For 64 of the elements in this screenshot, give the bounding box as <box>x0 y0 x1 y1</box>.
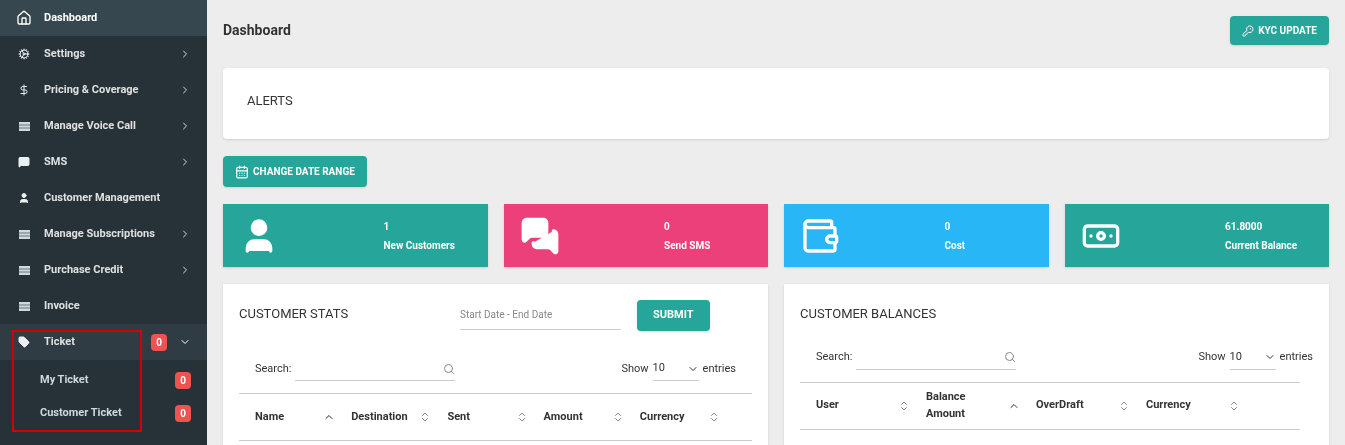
stat-label: Send SMS <box>664 238 712 253</box>
entries-label: entries <box>1279 349 1313 365</box>
show-label: Show <box>1198 349 1226 365</box>
sidebar-item[interactable]: Purchase Credit <box>0 252 207 288</box>
column-header[interactable]: Currency <box>1146 397 1256 414</box>
search-icon <box>443 362 456 375</box>
gears-icon <box>18 48 30 60</box>
stat-label: New Customers <box>383 238 456 253</box>
entries-label: entries <box>702 360 736 377</box>
user-icon <box>18 192 30 204</box>
column-header[interactable]: Balance Amount <box>926 389 1036 422</box>
card-title: CUSTOMER BALANCES <box>800 305 938 323</box>
chat-icon <box>18 156 30 168</box>
column-header[interactable]: Name <box>255 408 352 426</box>
sidebar-item[interactable]: Pricing & Coverage <box>0 72 207 108</box>
home-icon <box>16 10 32 26</box>
sidebar-item[interactable]: Customer Management <box>0 180 207 216</box>
stat-value: 0 <box>944 219 952 234</box>
page-size-select[interactable]: 10 <box>652 357 699 381</box>
show-label: Show <box>621 360 649 377</box>
search-label: Search: <box>816 349 853 365</box>
count-badge: 0 <box>175 405 191 422</box>
sort-icon <box>1228 399 1240 412</box>
page-size-select[interactable]: 10 <box>1229 345 1276 370</box>
column-header[interactable]: Currency <box>639 408 736 426</box>
sidebar-item[interactable]: Manage Subscriptions <box>0 216 207 252</box>
column-header[interactable]: Sent <box>447 408 544 426</box>
chat-icon <box>519 215 560 256</box>
sidebar-item[interactable]: SMS <box>0 144 207 180</box>
sidebar-subitem[interactable]: Customer Ticket 0 <box>0 397 207 430</box>
list-icon <box>18 229 30 239</box>
key-icon <box>1242 24 1255 37</box>
column-header[interactable]: User <box>816 397 926 414</box>
column-header[interactable]: OverDraft <box>1036 397 1146 414</box>
sort-icon <box>708 411 720 423</box>
stat-label: Cost <box>944 238 967 253</box>
sidebar-item[interactable]: Invoice <box>0 288 207 324</box>
sidebar-item[interactable]: Manage Voice Call <box>0 108 207 144</box>
dollar-icon <box>18 84 30 96</box>
list-icon <box>18 265 30 275</box>
sort-icon <box>898 399 910 412</box>
sidebar-item[interactable]: Dashboard <box>0 0 207 36</box>
date-range-field[interactable]: Start Date - End Date <box>460 300 621 330</box>
search-label: Search: <box>255 360 292 377</box>
card-title: CUSTOMER STATS <box>239 305 350 323</box>
stat-value: 61.8000 <box>1225 219 1264 234</box>
alerts-title: ALERTS <box>247 93 293 108</box>
sidebar-subitem[interactable]: My Ticket 0 <box>0 364 207 397</box>
count-badge: 0 <box>175 372 191 389</box>
list-icon <box>18 301 30 311</box>
calendar-icon <box>235 164 249 179</box>
list-icon <box>18 121 30 131</box>
sidebar-item[interactable]: Settings <box>0 36 207 72</box>
column-header[interactable]: Amount <box>543 408 640 426</box>
count-badge: 0 <box>151 333 167 351</box>
stat-value: 1 <box>383 219 391 234</box>
column-header[interactable]: Destination <box>351 408 448 426</box>
page-title: Dashboard <box>223 21 291 40</box>
search-icon <box>1004 351 1017 363</box>
sidebar-item[interactable]: Ticket 0 <box>0 324 207 360</box>
tag-icon <box>18 336 30 348</box>
stat-label: Current Balance <box>1225 238 1299 253</box>
stat-value: 0 <box>664 219 671 234</box>
sort-icon <box>1118 399 1130 412</box>
